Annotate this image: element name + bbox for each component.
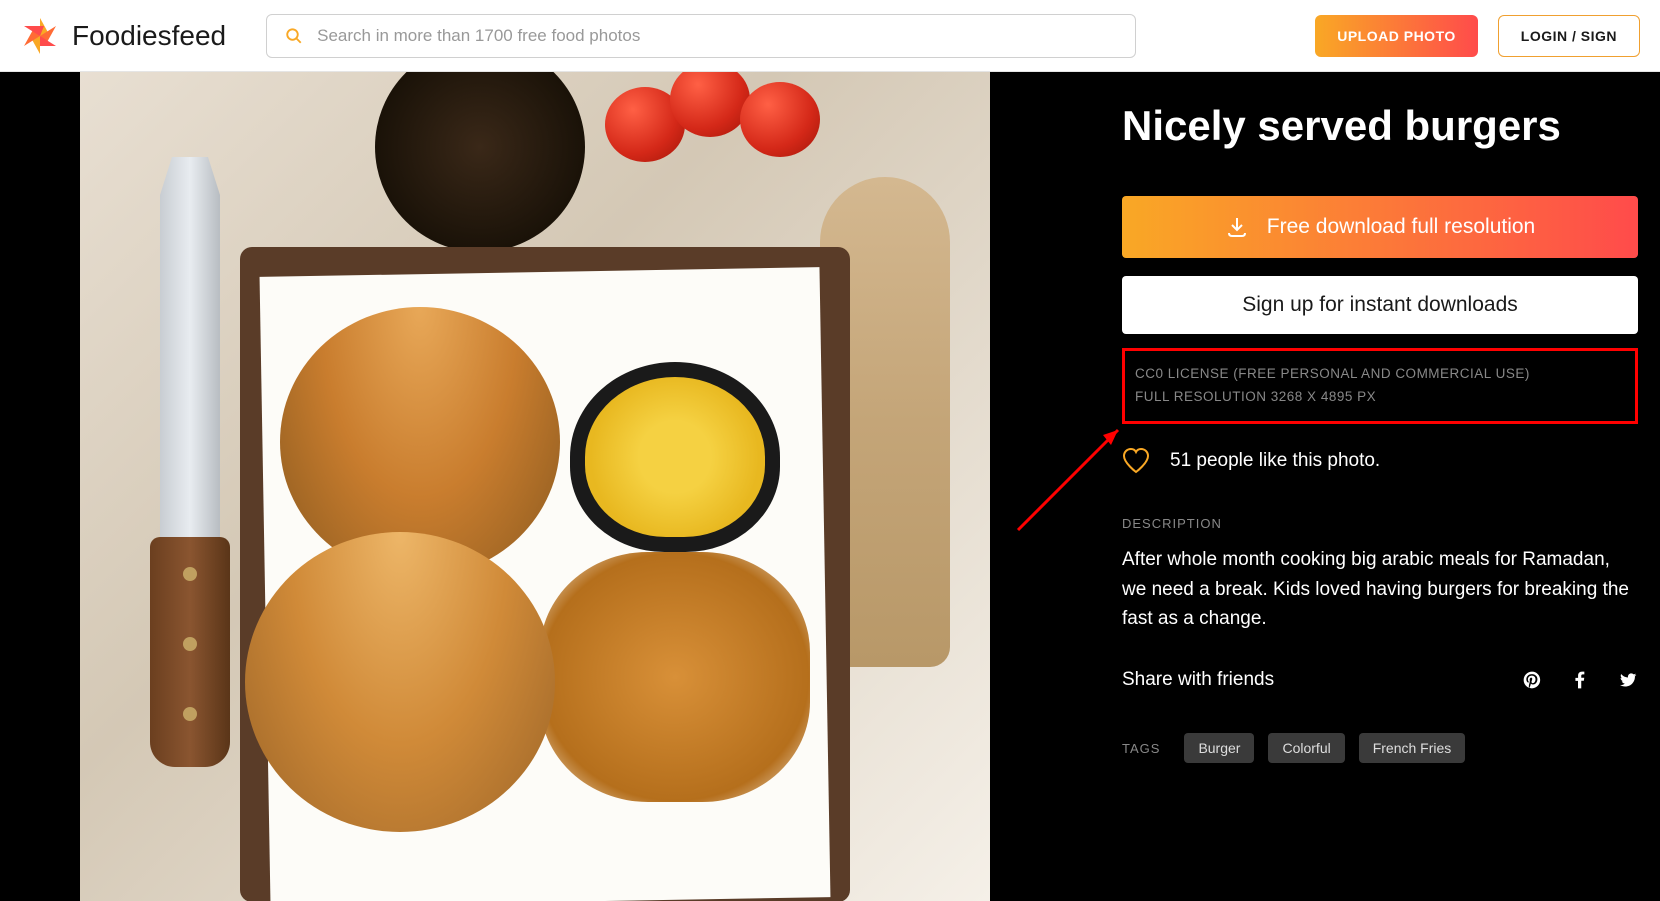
license-info-box: CC0 LICENSE (FREE PERSONAL AND COMMERCIA… <box>1122 348 1638 424</box>
description-label: DESCRIPTION <box>1122 516 1638 531</box>
search-input[interactable] <box>317 26 1117 46</box>
tags-label: TAGS <box>1122 741 1160 756</box>
tag[interactable]: French Fries <box>1359 733 1466 763</box>
aperture-logo-icon <box>20 16 60 56</box>
license-text: CC0 LICENSE (FREE PERSONAL AND COMMERCIA… <box>1135 363 1625 386</box>
likes-row: 51 people like this photo. <box>1122 448 1638 474</box>
description-text: After whole month cooking big arabic mea… <box>1122 545 1638 633</box>
burger-illustration <box>245 532 555 832</box>
photo-title: Nicely served burgers <box>1122 102 1638 150</box>
search-bar[interactable] <box>266 14 1136 58</box>
likes-count-text: 51 people like this photo. <box>1170 450 1380 472</box>
header-actions: UPLOAD PHOTO LOGIN / SIGN <box>1315 15 1640 57</box>
download-button[interactable]: Free download full resolution <box>1122 196 1638 258</box>
header: Foodiesfeed UPLOAD PHOTO LOGIN / SIGN <box>0 0 1660 72</box>
drink-illustration <box>375 72 585 252</box>
tag[interactable]: Colorful <box>1268 733 1344 763</box>
detail-sidebar: Nicely served burgers Free download full… <box>990 72 1660 901</box>
facebook-icon[interactable] <box>1570 670 1590 690</box>
logo[interactable]: Foodiesfeed <box>20 16 226 56</box>
search-icon <box>285 27 303 45</box>
signup-button[interactable]: Sign up for instant downloads <box>1122 276 1638 334</box>
logo-text: Foodiesfeed <box>72 20 226 52</box>
photo-preview[interactable] <box>80 72 990 901</box>
share-label: Share with friends <box>1122 669 1274 691</box>
fries-illustration <box>540 552 810 802</box>
heart-icon[interactable] <box>1122 448 1150 474</box>
share-icons <box>1522 670 1638 690</box>
content: Nicely served burgers Free download full… <box>0 72 1660 901</box>
download-icon <box>1225 215 1249 239</box>
tags-row: TAGS Burger Colorful French Fries <box>1122 733 1638 763</box>
download-label: Free download full resolution <box>1267 215 1536 239</box>
knife-illustration <box>125 157 255 777</box>
corn-illustration <box>570 362 780 552</box>
upload-photo-button[interactable]: UPLOAD PHOTO <box>1315 15 1478 57</box>
pinterest-icon[interactable] <box>1522 670 1542 690</box>
resolution-text: FULL RESOLUTION 3268 X 4895 PX <box>1135 386 1625 409</box>
twitter-icon[interactable] <box>1618 670 1638 690</box>
photo-column <box>0 72 990 901</box>
share-row: Share with friends <box>1122 669 1638 691</box>
tomato-illustration <box>605 72 835 187</box>
tag[interactable]: Burger <box>1184 733 1254 763</box>
login-signup-button[interactable]: LOGIN / SIGN <box>1498 15 1640 57</box>
